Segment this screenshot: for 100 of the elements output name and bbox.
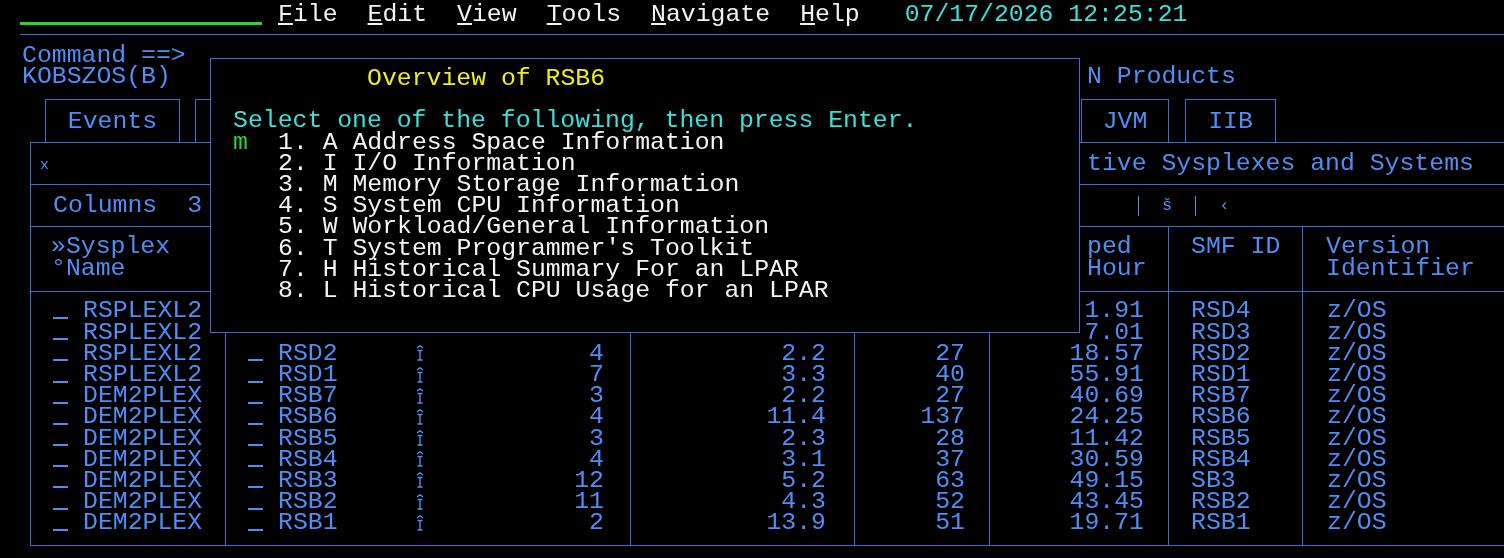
i-beam-icon bbox=[415, 514, 425, 531]
table-cell: RSD2 bbox=[1191, 342, 1251, 364]
i-beam-icon bbox=[415, 493, 425, 510]
column-header[interactable]: »Sysplex °Name bbox=[51, 236, 171, 279]
table-cell: 63 bbox=[935, 469, 965, 492]
table-cell: 30.59 bbox=[1069, 448, 1144, 470]
column-header[interactable]: Version Identifier bbox=[1326, 236, 1475, 279]
table-cell: 4.3 bbox=[781, 491, 826, 513]
table-cell: RSD1 bbox=[278, 363, 338, 386]
table-cell: 7 bbox=[589, 363, 604, 386]
table-cell: RSB6 bbox=[1191, 406, 1251, 428]
table-cell: 4 bbox=[589, 342, 604, 364]
tab[interactable]: Events bbox=[45, 99, 180, 143]
i-beam-icon bbox=[415, 366, 425, 383]
table-cell: 43.45 bbox=[1069, 491, 1144, 513]
menu-option[interactable]: 6. T System Programmer's Toolkit bbox=[278, 237, 829, 259]
columns-count: 3 bbox=[187, 195, 203, 217]
table-cell: RSB3 bbox=[278, 469, 338, 492]
table-cell: 2 bbox=[589, 512, 604, 534]
toolbar-button[interactable]: š bbox=[1162, 195, 1173, 217]
tab[interactable]: JVM bbox=[1081, 99, 1169, 143]
workspace-id: KOBSZOS(B) bbox=[22, 62, 171, 91]
table-cell: RSB4 bbox=[278, 448, 338, 470]
i-beam-icon bbox=[415, 472, 425, 489]
table-cell: 4 bbox=[589, 406, 604, 428]
menu-item[interactable]: Edit bbox=[367, 4, 428, 26]
table-cell: z/OS bbox=[1327, 321, 1387, 343]
table-cell: 1.91 bbox=[1084, 300, 1144, 322]
table-cell: 2.3 bbox=[781, 427, 826, 449]
table-cell: RSB1 bbox=[278, 512, 338, 534]
date-time: 07/17/2026 12:25:21 bbox=[904, 4, 1188, 26]
table-cell: RSB1 bbox=[1191, 512, 1251, 534]
table-cell: 18.57 bbox=[1069, 342, 1144, 364]
table-cell: 49.15 bbox=[1069, 469, 1144, 492]
column-header[interactable]: SMF ID bbox=[1191, 236, 1281, 258]
tab[interactable]: IIB bbox=[1185, 99, 1276, 143]
i-beam-icon bbox=[415, 451, 425, 468]
table-cell: 52 bbox=[935, 491, 965, 513]
table-cell: RSB5 bbox=[278, 427, 338, 449]
table-cell: z/OS bbox=[1327, 427, 1387, 449]
table-cell: RSPLEXL2 bbox=[83, 321, 203, 343]
table-cell: 40.69 bbox=[1069, 385, 1144, 407]
table-cell: 5.2 bbox=[781, 469, 826, 492]
table-cell: z/OS bbox=[1327, 342, 1387, 364]
i-beam-icon bbox=[415, 408, 425, 425]
table-cell: 2.2 bbox=[781, 385, 826, 407]
table-cell: RSPLEXL2 bbox=[83, 363, 203, 386]
table-cell: RSB6 bbox=[278, 406, 338, 428]
table-cell: 27 bbox=[935, 342, 965, 364]
table-cell: z/OS bbox=[1327, 300, 1387, 322]
menu-item[interactable]: View bbox=[457, 4, 517, 26]
table-cell: 37 bbox=[935, 448, 965, 470]
table-cell: 2.2 bbox=[781, 342, 826, 364]
table-cell: 12 bbox=[574, 469, 604, 492]
toolbar-button[interactable]: ‹ bbox=[1219, 195, 1230, 217]
table-cell: z/OS bbox=[1327, 512, 1387, 534]
table-cell: 55.91 bbox=[1069, 363, 1144, 386]
panel-title: tive Sysplexes and Systems bbox=[1087, 153, 1474, 175]
table-cell: RSB5 bbox=[1191, 427, 1251, 449]
menu-item[interactable]: File bbox=[278, 4, 338, 26]
table-cell: 3 bbox=[589, 427, 604, 449]
table-cell: DEM2PLEX bbox=[83, 427, 203, 449]
table-cell: RSB7 bbox=[278, 385, 338, 407]
menu-option[interactable]: 2. I I/O Information bbox=[278, 152, 829, 174]
i-beam-icon bbox=[415, 387, 425, 404]
dialog-title: Overview of RSB6 bbox=[367, 68, 606, 90]
table-cell: 51 bbox=[935, 512, 965, 534]
table-cell: RSPLEXL2 bbox=[83, 300, 203, 322]
table-cell: RSB4 bbox=[1191, 448, 1251, 470]
close-button[interactable]: x bbox=[40, 155, 49, 177]
table-cell: RSB7 bbox=[1191, 385, 1251, 407]
menu-item[interactable]: Help bbox=[800, 4, 860, 26]
table-cell: 13.9 bbox=[766, 512, 826, 534]
table-cell: RSD2 bbox=[278, 342, 338, 364]
table-cell: 137 bbox=[920, 406, 965, 428]
menu-option[interactable]: 5. W Workload/General Information bbox=[278, 216, 829, 238]
table-cell: 3.3 bbox=[781, 363, 826, 386]
columns-label: Columns bbox=[53, 195, 158, 217]
i-beam-icon bbox=[415, 430, 425, 447]
menu-item[interactable]: Tools bbox=[546, 4, 622, 26]
table-cell: DEM2PLEX bbox=[83, 469, 203, 492]
table-cell: RSB2 bbox=[1191, 491, 1251, 513]
column-header[interactable]: ped Hour bbox=[1087, 236, 1147, 279]
table-cell: z/OS bbox=[1327, 448, 1387, 470]
table-cell: 40 bbox=[935, 363, 965, 386]
table-cell: 28 bbox=[935, 427, 965, 449]
table-cell: RSD4 bbox=[1191, 300, 1251, 322]
instruction-text: Select one of the following, then press Enter. bbox=[233, 110, 918, 132]
menu-item[interactable]: Navigate bbox=[651, 4, 771, 26]
table-cell: DEM2PLEX bbox=[83, 512, 203, 534]
table-cell: RSD1 bbox=[1191, 363, 1251, 386]
table-cell: DEM2PLEX bbox=[83, 491, 203, 513]
table-cell: DEM2PLEX bbox=[83, 406, 203, 428]
table-cell: 3 bbox=[589, 385, 604, 407]
table-cell: SB3 bbox=[1191, 469, 1236, 492]
table-cell: 27 bbox=[935, 385, 965, 407]
table-cell: 11.42 bbox=[1069, 427, 1144, 449]
table-cell: 11.4 bbox=[766, 406, 826, 428]
table-cell: DEM2PLEX bbox=[83, 448, 203, 470]
menu-option[interactable]: 1. A Address Space Information bbox=[278, 131, 829, 153]
